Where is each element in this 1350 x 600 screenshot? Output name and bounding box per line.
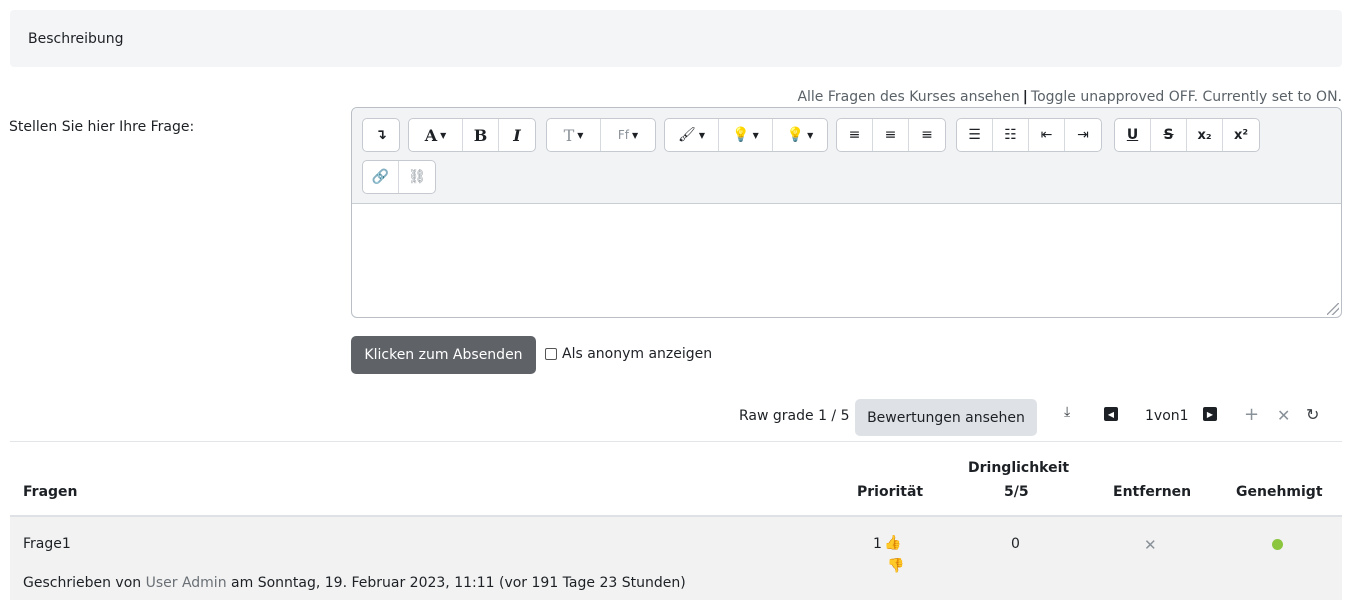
outdent-button[interactable]: ⇤: [1029, 119, 1065, 151]
page-info: 1von1: [1145, 408, 1189, 424]
toolbar-collapse-button[interactable]: ↴: [363, 119, 399, 151]
underline-icon: U: [1126, 127, 1139, 143]
highlight-button[interactable]: 💡 ▼: [719, 119, 773, 151]
urgency-value: 0: [1011, 536, 1020, 552]
lightbulb-icon: 💡: [732, 127, 750, 143]
numbered-list-icon: ☷: [1004, 127, 1017, 143]
align-right-icon: ≡: [921, 127, 933, 143]
remove-icon[interactable]: ✕: [1144, 536, 1157, 554]
divider: [10, 441, 1342, 442]
font-size-button[interactable]: T ▼: [547, 119, 601, 151]
superscript-button[interactable]: x²: [1223, 119, 1259, 151]
header-urgency-sub: 5/5: [1004, 484, 1029, 500]
view-ratings-button[interactable]: Bewertungen ansehen: [855, 399, 1037, 436]
priority-value: 1: [873, 536, 882, 552]
indent-icon: ⇥: [1077, 127, 1089, 143]
description-panel: Beschreibung: [10, 10, 1342, 67]
italic-button[interactable]: I: [499, 119, 535, 151]
indent-button[interactable]: ⇥: [1065, 119, 1101, 151]
link-icon: 🔗: [371, 169, 390, 185]
add-icon[interactable]: +: [1244, 404, 1259, 425]
refresh-icon[interactable]: ↻: [1306, 405, 1319, 424]
anonymous-label: Als anonym anzeigen: [562, 346, 713, 362]
header-remove: Entfernen: [1113, 484, 1192, 500]
align-center-button[interactable]: ≡: [873, 119, 909, 151]
align-center-icon: ≡: [884, 127, 897, 143]
header-questions: Fragen: [23, 484, 78, 500]
bullet-list-button[interactable]: ☰: [957, 119, 993, 151]
question-meta: Geschrieben von User Admin am Sonntag, 1…: [23, 575, 686, 591]
numbered-list-button[interactable]: ☷: [993, 119, 1029, 151]
text-style-button[interactable]: 🖌 ▼: [665, 119, 719, 151]
question-textarea[interactable]: [352, 204, 1341, 317]
editor-toolbar: ↴ A ▼ B I T ▼ Ff ▼ 🖌 ▼ 💡 ▼ 💡 ▼ ≡ ≡ ≡ ☰ ☷ ⇤ ⇥ U: [352, 108, 1341, 204]
question-text: Frage1: [23, 536, 71, 552]
paintbrush-icon: 🖌: [678, 127, 696, 143]
raw-grade: Raw grade 1 / 5: [739, 408, 850, 424]
thumb-down-icon[interactable]: 👎: [887, 558, 904, 574]
post-date: am Sonntag, 19. Februar 2023, 11:11 (vor…: [231, 575, 686, 591]
align-left-icon: ≡: [848, 127, 861, 143]
page-next-icon[interactable]: ▶: [1203, 407, 1217, 421]
submit-button[interactable]: Klicken zum Absenden: [351, 336, 536, 374]
font-color-button[interactable]: A ▼: [409, 119, 463, 151]
anonymous-option[interactable]: Als anonym anzeigen: [545, 346, 712, 362]
author-link[interactable]: User Admin: [146, 575, 227, 591]
description-title: Beschreibung: [28, 30, 124, 47]
top-links: Alle Fragen des Kurses ansehen | Toggle un…: [797, 89, 1342, 105]
strikethrough-icon: S: [1163, 127, 1174, 143]
bullet-list-icon: ☰: [968, 127, 981, 143]
font-family-button[interactable]: Ff ▼: [601, 119, 655, 151]
bold-button[interactable]: B: [463, 119, 499, 151]
all-questions-link[interactable]: Alle Fragen des Kurses ansehen: [797, 89, 1019, 105]
toggle-unapproved-link[interactable]: Toggle unapproved OFF. Currently set to …: [1031, 89, 1342, 105]
lightbulb-outline-icon: 💡: [786, 127, 805, 143]
link-button[interactable]: 🔗: [363, 161, 399, 193]
align-right-button[interactable]: ≡: [909, 119, 945, 151]
page-prev-icon[interactable]: ◀: [1104, 407, 1118, 421]
written-by-label: Geschrieben von: [23, 575, 142, 591]
thumb-up-icon[interactable]: 👍: [884, 535, 901, 551]
align-left-button[interactable]: ≡: [837, 119, 873, 151]
underline-button[interactable]: U: [1115, 119, 1151, 151]
outdent-icon: ⇤: [1040, 127, 1053, 143]
rich-text-editor: ↴ A ▼ B I T ▼ Ff ▼ 🖌 ▼ 💡 ▼ 💡 ▼ ≡ ≡ ≡ ☰ ☷ ⇤ ⇥ U: [351, 107, 1342, 318]
link-separator: |: [1022, 89, 1028, 105]
question-label: Stellen Sie hier Ihre Frage:: [9, 119, 195, 135]
header-urgency: Dringlichkeit: [968, 460, 1070, 476]
strikethrough-button[interactable]: S: [1151, 119, 1187, 151]
unlink-icon: ⛓: [408, 169, 426, 185]
background-button[interactable]: 💡 ▼: [773, 119, 827, 151]
download-icon[interactable]: ⤓: [1064, 404, 1070, 420]
subscript-button[interactable]: x₂: [1187, 119, 1223, 151]
resize-handle[interactable]: [1327, 303, 1339, 315]
header-approved: Genehmigt: [1236, 484, 1323, 500]
unlink-button[interactable]: ⛓: [399, 161, 435, 193]
close-icon[interactable]: ✕: [1277, 406, 1290, 425]
header-priority: Priorität: [857, 484, 924, 500]
anonymous-checkbox[interactable]: [545, 348, 557, 360]
approved-status-dot: [1272, 539, 1283, 550]
